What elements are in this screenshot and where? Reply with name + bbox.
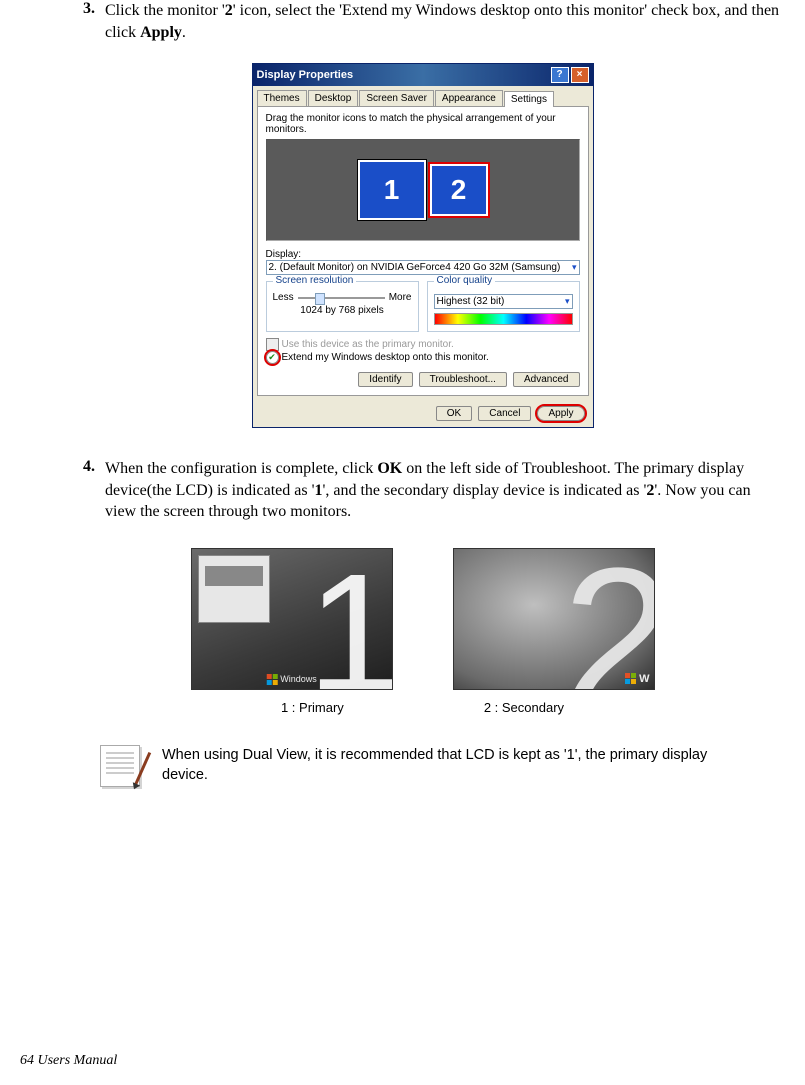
thumb-primary: 1 Windows [191, 548, 393, 690]
t: . [182, 24, 186, 41]
t: Apply [140, 24, 182, 41]
drag-instruction: Drag the monitor icons to match the phys… [266, 113, 580, 135]
display-select[interactable]: 2. (Default Monitor) on NVIDIA GeForce4 … [266, 260, 580, 275]
chevron-down-icon: ▾ [572, 262, 577, 273]
color-quality-select[interactable]: Highest (32 bit) ▾ [434, 294, 573, 309]
step-3: 3. Click the monitor '2' icon, select th… [60, 0, 785, 43]
resolution-value: 1024 by 768 pixels [273, 305, 412, 316]
tab-desktop[interactable]: Desktop [308, 90, 359, 106]
windows-flag-icon [266, 674, 277, 685]
primary-monitor-checkbox-row: Use this device as the primary monitor. [266, 338, 580, 351]
monitor-arrangement[interactable]: 1 2 [266, 139, 580, 241]
monitor-2-icon[interactable]: 2 [430, 164, 488, 216]
display-value: 2. (Default Monitor) on NVIDIA GeForce4 … [269, 262, 561, 273]
color-quality-group: Color quality Highest (32 bit) ▾ [427, 281, 580, 332]
note-block: When using Dual View, it is recommended … [100, 745, 745, 791]
caption-secondary: 2 : Secondary [484, 700, 564, 715]
windows-logo: Windows [266, 674, 317, 685]
extend-desktop-checkbox-row[interactable]: ✔ Extend my Windows desktop onto this mo… [266, 351, 580, 364]
figure-dual-monitors: 1 Windows 2 W [60, 548, 785, 690]
page-footer: 64 Users Manual [20, 1053, 117, 1069]
less-label: Less [273, 292, 294, 303]
identify-button[interactable]: Identify [358, 372, 412, 387]
t: OK [377, 460, 402, 477]
step-4: 4. When the configuration is complete, c… [60, 458, 785, 523]
checkbox-label: Extend my Windows desktop onto this moni… [282, 352, 489, 363]
t: When the configuration is complete, clic… [105, 460, 377, 477]
display-properties-window: Display Properties ? × Themes Desktop Sc… [252, 63, 594, 428]
group-title: Color quality [434, 275, 496, 286]
big-number-2: 2 [562, 548, 654, 690]
thumb-secondary: 2 W [453, 548, 655, 690]
mini-dialog-icon [198, 555, 270, 623]
ok-button[interactable]: OK [436, 406, 472, 421]
window-title: Display Properties [257, 69, 354, 81]
t: 2 [225, 2, 233, 19]
help-icon[interactable]: ? [551, 67, 569, 83]
step-4-text: When the configuration is complete, clic… [105, 458, 785, 523]
t: ', and the secondary display device is i… [322, 482, 646, 499]
close-icon[interactable]: × [571, 67, 589, 83]
resolution-slider[interactable]: Less More [273, 292, 412, 303]
more-label: More [389, 292, 412, 303]
checkbox-icon[interactable]: ✔ [266, 351, 279, 364]
t: Click the monitor ' [105, 2, 225, 19]
step-4-number: 4. [60, 458, 105, 523]
slider-thumb[interactable] [315, 293, 325, 305]
step-3-number: 3. [60, 0, 105, 43]
titlebar: Display Properties ? × [253, 64, 593, 86]
color-preview [434, 313, 573, 325]
tab-body: Drag the monitor icons to match the phys… [257, 106, 589, 396]
checkbox-icon [266, 338, 279, 351]
tab-settings[interactable]: Settings [504, 91, 554, 107]
advanced-button[interactable]: Advanced [513, 372, 579, 387]
checkbox-label: Use this device as the primary monitor. [282, 339, 454, 350]
tabs: Themes Desktop Screen Saver Appearance S… [253, 86, 593, 106]
display-label: Display: [266, 249, 580, 260]
tab-screensaver[interactable]: Screen Saver [359, 90, 434, 106]
caption-primary: 1 : Primary [281, 700, 344, 715]
figure-display-properties: Display Properties ? × Themes Desktop Sc… [60, 63, 785, 428]
screen-resolution-group: Screen resolution Less More 1024 by 768 … [266, 281, 419, 332]
windows-logo: W [625, 673, 649, 685]
group-title: Screen resolution [273, 275, 357, 286]
big-number-1: 1 [307, 549, 393, 690]
tab-themes[interactable]: Themes [257, 90, 307, 106]
step-3-text: Click the monitor '2' icon, select the '… [105, 0, 785, 43]
troubleshoot-button[interactable]: Troubleshoot... [419, 372, 507, 387]
note-text: When using Dual View, it is recommended … [162, 745, 745, 791]
windows-label: Windows [280, 674, 317, 684]
windows-flag-icon [625, 673, 636, 684]
monitor-1-icon[interactable]: 1 [358, 160, 426, 220]
tab-appearance[interactable]: Appearance [435, 90, 503, 106]
note-icon [100, 745, 146, 791]
color-quality-value: Highest (32 bit) [437, 296, 505, 307]
cancel-button[interactable]: Cancel [478, 406, 531, 421]
chevron-down-icon: ▾ [565, 296, 570, 307]
apply-button[interactable]: Apply [537, 406, 584, 421]
thumb-captions: 1 : Primary 2 : Secondary [60, 700, 785, 715]
